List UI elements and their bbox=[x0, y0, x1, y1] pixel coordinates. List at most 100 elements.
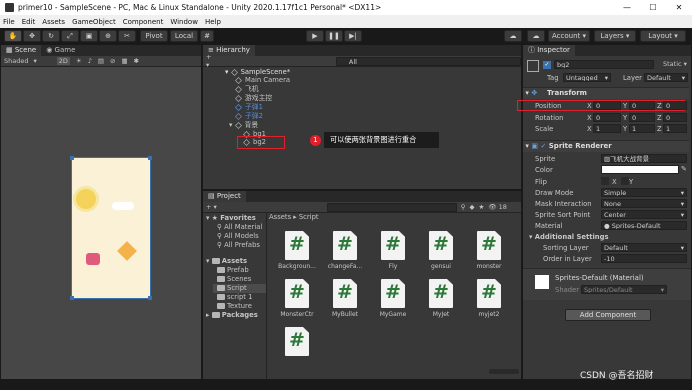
custom-tool-icon[interactable]: ✂ bbox=[118, 30, 136, 42]
gizmos-icon[interactable]: ✱ bbox=[134, 57, 139, 65]
move-tool-icon[interactable]: ✥ bbox=[23, 30, 41, 42]
asset-script[interactable]: # MonsterCtr bbox=[277, 279, 317, 318]
effects-icon[interactable]: ▤ bbox=[98, 57, 104, 65]
mask-dropdown[interactable]: None bbox=[601, 199, 687, 208]
filter-icon[interactable]: ⚲ bbox=[461, 203, 466, 211]
breadcrumb-assets[interactable]: Assets bbox=[269, 213, 291, 221]
minimize-icon[interactable]: — bbox=[614, 3, 640, 12]
shader-dropdown[interactable]: Sprites/Default bbox=[581, 285, 667, 294]
add-component-button[interactable]: Add Component bbox=[565, 309, 651, 321]
breadcrumb-script[interactable]: Script bbox=[299, 213, 319, 221]
scene-viewport[interactable] bbox=[1, 67, 201, 379]
collab-icon[interactable]: ☁ bbox=[504, 30, 522, 42]
menu-component[interactable]: Component bbox=[123, 18, 164, 26]
rotation-z-field[interactable]: 0 bbox=[663, 113, 687, 122]
tree-script[interactable]: Script bbox=[213, 284, 266, 293]
tab-scene[interactable]: ▦ Scene bbox=[1, 45, 42, 56]
tab-project[interactable]: ▤ Project bbox=[203, 191, 246, 202]
label-icon[interactable]: ◆ bbox=[470, 203, 475, 211]
sorting-layer-dropdown[interactable]: Default bbox=[601, 243, 687, 252]
asset-script[interactable]: # myjet2 bbox=[469, 279, 509, 318]
2d-toggle[interactable]: 2D bbox=[56, 57, 70, 65]
tree-all-models[interactable]: ⚲ All Models bbox=[217, 232, 259, 241]
grid-snap-icon[interactable]: # bbox=[200, 30, 214, 42]
menu-file[interactable]: File bbox=[3, 18, 15, 26]
tree-prefab[interactable]: Prefab bbox=[217, 266, 249, 275]
scale-tool-icon[interactable]: ⤢ bbox=[61, 30, 79, 42]
layers-dropdown[interactable]: Layers ▾ bbox=[594, 30, 636, 42]
pause-button[interactable]: ❚❚ bbox=[325, 30, 343, 42]
asset-script[interactable]: # Fly bbox=[373, 231, 413, 270]
flip-x-checkbox[interactable] bbox=[601, 177, 609, 185]
position-x-field[interactable]: 0 bbox=[593, 101, 621, 110]
project-search-input[interactable] bbox=[326, 202, 457, 212]
asset-script[interactable]: # MyJet bbox=[421, 279, 461, 318]
menu-help[interactable]: Help bbox=[205, 18, 221, 26]
transform-header[interactable]: ▾ ✥ Transform bbox=[523, 87, 689, 99]
scale-y-field[interactable]: 1 bbox=[629, 124, 655, 133]
component-checkbox[interactable]: ✓ bbox=[540, 142, 546, 150]
tree-assets[interactable]: ▾ Assets bbox=[206, 257, 247, 266]
color-swatch[interactable] bbox=[601, 165, 679, 174]
sort-point-dropdown[interactable]: Center bbox=[601, 210, 687, 219]
position-z-field[interactable]: 0 bbox=[663, 101, 687, 110]
create-plus-icon[interactable]: + ▾ bbox=[206, 53, 216, 69]
pivot-button[interactable]: Pivot bbox=[140, 30, 168, 42]
rotation-x-field[interactable]: 0 bbox=[593, 113, 621, 122]
handle-icon[interactable] bbox=[70, 296, 74, 300]
audio-icon[interactable]: ♪ bbox=[88, 57, 92, 65]
tree-scenes[interactable]: Scenes bbox=[217, 275, 251, 284]
asset-script[interactable]: # MyBullet bbox=[325, 279, 365, 318]
scale-z-field[interactable]: 1 bbox=[663, 124, 687, 133]
tree-all-material[interactable]: ⚲ All Material bbox=[217, 223, 262, 232]
active-checkbox[interactable]: ✓ bbox=[543, 61, 551, 69]
account-dropdown[interactable]: Account ▾ bbox=[548, 30, 590, 42]
star-icon[interactable]: ★ bbox=[479, 203, 485, 211]
tag-dropdown[interactable]: Untagged bbox=[563, 73, 611, 82]
local-button[interactable]: Local bbox=[170, 30, 198, 42]
asset-script[interactable]: # gensui bbox=[421, 231, 461, 270]
flip-y-checkbox[interactable] bbox=[621, 177, 629, 185]
hand-tool-icon[interactable]: ✋ bbox=[4, 30, 22, 42]
rect-tool-icon[interactable]: ▣ bbox=[80, 30, 98, 42]
static-toggle[interactable]: Static ▾ bbox=[663, 60, 687, 68]
zoom-slider[interactable] bbox=[489, 369, 519, 374]
create-plus-icon[interactable]: + ▾ bbox=[206, 203, 217, 211]
asset-script[interactable]: # MyGame bbox=[373, 279, 413, 318]
rotation-y-field[interactable]: 0 bbox=[629, 113, 655, 122]
handle-icon[interactable] bbox=[148, 156, 152, 160]
handle-icon[interactable] bbox=[148, 296, 152, 300]
tree-packages[interactable]: ▸ Packages bbox=[206, 311, 258, 320]
tab-inspector[interactable]: ⓘ Inspector bbox=[523, 45, 575, 56]
handle-icon[interactable] bbox=[70, 156, 74, 160]
tree-texture[interactable]: Texture bbox=[217, 302, 252, 311]
transform-tool-icon[interactable]: ⊕ bbox=[99, 30, 117, 42]
hidden-icon[interactable]: ⊘ bbox=[110, 57, 115, 65]
background-sprite[interactable] bbox=[70, 156, 152, 300]
hierarchy-search-input[interactable]: All bbox=[335, 56, 521, 66]
maximize-icon[interactable]: ☐ bbox=[640, 3, 666, 12]
tab-game[interactable]: ◉ Game bbox=[41, 45, 81, 56]
play-button[interactable]: ▶ bbox=[306, 30, 324, 42]
order-in-layer-field[interactable]: -10 bbox=[601, 254, 687, 263]
cloud-icon[interactable]: ☁ bbox=[527, 30, 545, 42]
layout-dropdown[interactable]: Layout ▾ bbox=[640, 30, 686, 42]
tree-favorites[interactable]: ▾ ★ Favorites bbox=[206, 214, 256, 223]
hierarchy-item-bg2[interactable]: bg2 bbox=[237, 136, 285, 149]
additional-settings-header[interactable]: ▾ Additional Settings bbox=[529, 233, 609, 241]
sprite-renderer-header[interactable]: ▾ ▣ ✓ Sprite Renderer bbox=[523, 140, 689, 152]
menu-edit[interactable]: Edit bbox=[22, 18, 36, 26]
sprite-field[interactable]: ▨飞机大战背景 bbox=[601, 154, 687, 163]
step-button[interactable]: ▶| bbox=[344, 30, 362, 42]
position-y-field[interactable]: 0 bbox=[629, 101, 655, 110]
lighting-icon[interactable]: ☀ bbox=[76, 57, 82, 65]
camera-icon[interactable]: ▦ bbox=[121, 57, 127, 65]
menu-assets[interactable]: Assets bbox=[42, 18, 65, 26]
shading-dropdown[interactable]: Shaded bbox=[4, 57, 28, 65]
tree-script-1[interactable]: script 1 bbox=[217, 293, 252, 302]
tree-all-prefabs[interactable]: ⚲ All Prefabs bbox=[217, 241, 260, 250]
material-field[interactable]: ● Sprites-Default bbox=[601, 221, 687, 230]
asset-script[interactable]: # Backgroun... bbox=[277, 231, 317, 270]
object-name-field[interactable]: bg2 bbox=[554, 60, 654, 69]
visibility-icon[interactable]: 👁 bbox=[488, 203, 496, 211]
